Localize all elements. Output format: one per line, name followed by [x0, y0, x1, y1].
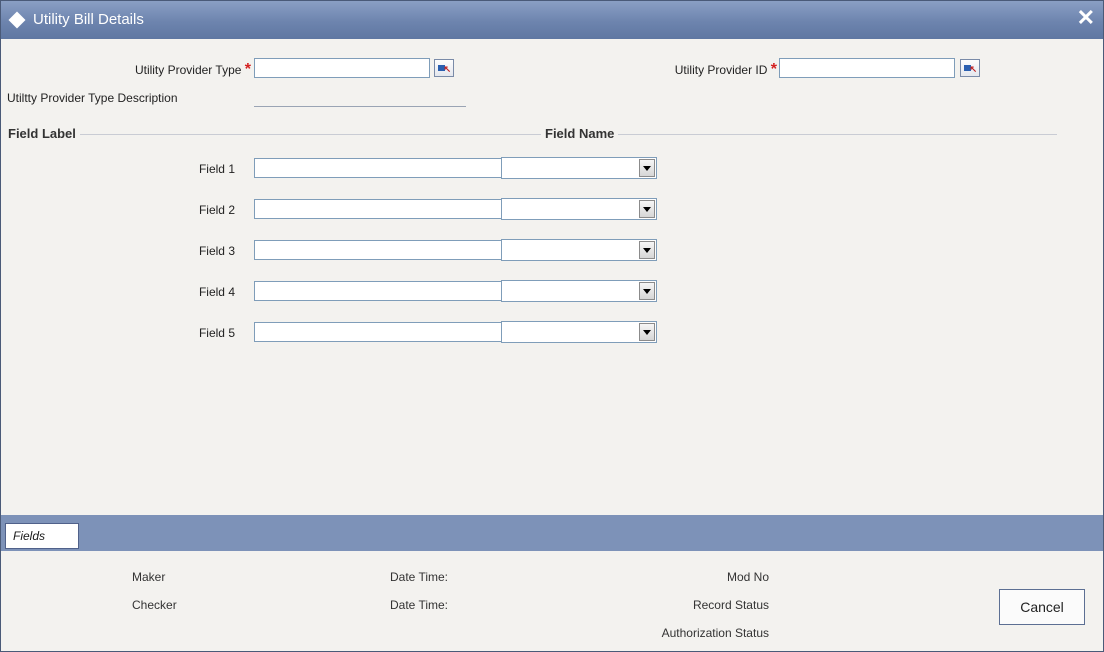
- chevron-down-icon[interactable]: [639, 241, 655, 259]
- provider-id-input[interactable]: [779, 58, 955, 78]
- type-description-value: [254, 106, 466, 107]
- field-2-input[interactable]: [254, 199, 502, 219]
- close-icon[interactable]: ✕: [1077, 7, 1095, 29]
- field-4-name-select[interactable]: [501, 280, 657, 302]
- fields-tab-bar: [1, 515, 1103, 551]
- field-5-name-select[interactable]: [501, 321, 657, 343]
- mod-no-label: Mod No: [726, 570, 769, 584]
- maker-date-time-label: Date Time:: [390, 570, 449, 584]
- provider-type-input[interactable]: [254, 58, 430, 78]
- authorization-status-label: Authorization Status: [661, 626, 769, 640]
- maker-label: Maker: [132, 570, 166, 584]
- provider-type-label-group: Utility Provider Type *: [61, 61, 251, 79]
- field-1-name-select[interactable]: [501, 157, 657, 179]
- section-divider: [9, 134, 1057, 135]
- field-3-input[interactable]: [254, 240, 502, 260]
- chevron-down-icon[interactable]: [639, 323, 655, 341]
- diamond-icon: [8, 11, 26, 29]
- required-marker: *: [244, 61, 251, 78]
- field-4-label: Field 4: [198, 285, 235, 299]
- provider-id-label: Utility Provider ID: [674, 63, 768, 77]
- provider-type-lov-button[interactable]: ↖: [434, 59, 454, 77]
- provider-id-label-group: Utility Provider ID *: [601, 61, 777, 79]
- chevron-down-icon[interactable]: [639, 200, 655, 218]
- field-3-label: Field 3: [198, 244, 235, 258]
- type-description-label: Utiltty Provider Type Description: [7, 91, 178, 105]
- provider-id-lov-button[interactable]: ↖: [960, 59, 980, 77]
- window-title: Utility Bill Details: [33, 11, 144, 28]
- required-marker: *: [770, 61, 777, 78]
- field-name-section-title: Field Name: [541, 126, 619, 141]
- field-1-input[interactable]: [254, 158, 502, 178]
- field-label-section-title: Field Label: [8, 126, 80, 141]
- chevron-down-icon[interactable]: [639, 282, 655, 300]
- record-status-label: Record Status: [692, 598, 769, 612]
- field-5-input[interactable]: [254, 322, 502, 342]
- title-bar: Utility Bill Details ✕: [1, 1, 1103, 39]
- field-1-label: Field 1: [198, 162, 235, 176]
- field-3-name-select[interactable]: [501, 239, 657, 261]
- fields-tab-button[interactable]: Fields: [5, 523, 79, 549]
- utility-bill-details-window: Utility Bill Details ✕ Utility Provider …: [0, 0, 1104, 652]
- field-4-input[interactable]: [254, 281, 502, 301]
- cancel-button[interactable]: Cancel: [999, 589, 1085, 625]
- checker-label: Checker: [132, 598, 177, 612]
- field-5-label: Field 5: [198, 326, 235, 340]
- field-2-name-select[interactable]: [501, 198, 657, 220]
- checker-date-time-label: Date Time:: [390, 598, 449, 612]
- provider-type-label: Utility Provider Type: [134, 63, 242, 77]
- field-2-label: Field 2: [198, 203, 235, 217]
- chevron-down-icon[interactable]: [639, 159, 655, 177]
